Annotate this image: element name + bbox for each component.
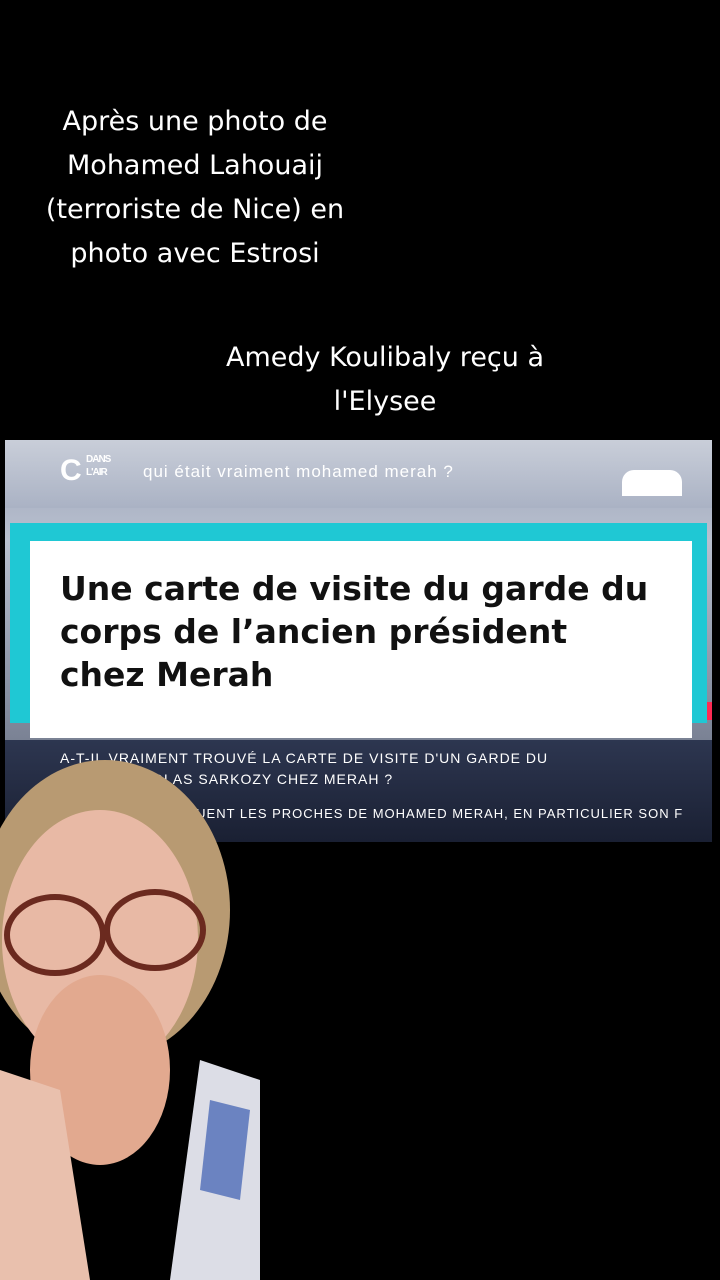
presenter-figure (0, 760, 260, 1280)
overlay-caption-top: Après une photo de Mohamed Lahouaij (ter… (45, 106, 345, 269)
logo-top-text: DANS (86, 454, 111, 465)
headline-text: Une carte de visite du garde du corps de… (60, 569, 649, 694)
presenter-video (0, 740, 260, 1280)
logo-bottom-text: L'AIR (86, 467, 108, 478)
c-dans-lair-logo: C DANS L'AIR (60, 454, 111, 488)
logo-main-letter: C (60, 454, 82, 487)
overlay-caption-middle: Amedy Koulibaly reçu à l'Elysee (225, 342, 545, 417)
headline-banner: Une carte de visite du garde du corps de… (30, 541, 692, 738)
tv-question-text: QUI ÉTAIT VRAIMENT MOHAMED MERAH ? (143, 462, 454, 481)
channel-logo-icon (622, 470, 682, 496)
